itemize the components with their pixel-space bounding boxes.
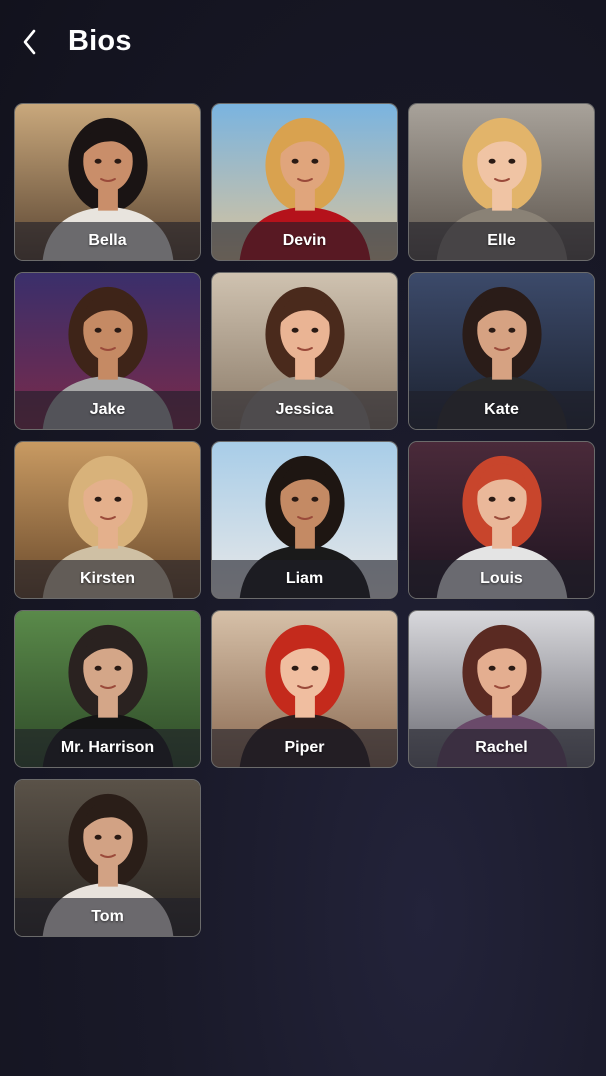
bio-label-bar: Mr. Harrison xyxy=(15,729,200,767)
bio-name: Jake xyxy=(89,401,126,418)
bio-card[interactable]: Tom xyxy=(14,779,201,937)
back-button[interactable] xyxy=(14,26,46,58)
bio-label-bar: Liam xyxy=(212,560,397,598)
bio-label-bar: Tom xyxy=(15,898,200,936)
bio-label-bar: Elle xyxy=(409,222,594,260)
bio-card[interactable]: Kirsten xyxy=(14,441,201,599)
bio-card[interactable]: Rachel xyxy=(408,610,595,768)
bio-name: Piper xyxy=(284,739,325,756)
bio-name: Mr. Harrison xyxy=(60,739,155,756)
bios-grid: Bella Devin Elle Jake Jessica Kate Kirsten Liam… xyxy=(14,103,595,937)
bio-name: Elle xyxy=(487,232,516,249)
chevron-left-icon xyxy=(23,29,36,55)
bio-label-bar: Piper xyxy=(212,729,397,767)
bio-card[interactable]: Piper xyxy=(211,610,398,768)
bio-name: Kate xyxy=(484,401,519,418)
bio-name: Bella xyxy=(88,232,127,249)
bio-label-bar: Rachel xyxy=(409,729,594,767)
bio-card[interactable]: Kate xyxy=(408,272,595,430)
bio-name: Kirsten xyxy=(79,570,136,587)
bio-name: Tom xyxy=(91,908,124,925)
bio-label-bar: Jake xyxy=(15,391,200,429)
bio-label-bar: Devin xyxy=(212,222,397,260)
bio-label-bar: Jessica xyxy=(212,391,397,429)
page-title: Bios xyxy=(68,25,132,57)
bio-label-bar: Kirsten xyxy=(15,560,200,598)
header: Bios xyxy=(0,0,606,86)
bio-name: Rachel xyxy=(475,739,528,756)
bio-label-bar: Kate xyxy=(409,391,594,429)
bio-label-bar: Bella xyxy=(15,222,200,260)
bio-label-bar: Louis xyxy=(409,560,594,598)
bio-card[interactable]: Liam xyxy=(211,441,398,599)
bio-name: Liam xyxy=(285,570,324,587)
bio-card[interactable]: Mr. Harrison xyxy=(14,610,201,768)
bio-name: Devin xyxy=(282,232,327,249)
bio-card[interactable]: Devin xyxy=(211,103,398,261)
bio-name: Jessica xyxy=(275,401,334,418)
bio-card[interactable]: Louis xyxy=(408,441,595,599)
bio-card[interactable]: Jessica xyxy=(211,272,398,430)
bio-card[interactable]: Bella xyxy=(14,103,201,261)
bio-card[interactable]: Jake xyxy=(14,272,201,430)
bio-name: Louis xyxy=(480,570,523,587)
bio-card[interactable]: Elle xyxy=(408,103,595,261)
